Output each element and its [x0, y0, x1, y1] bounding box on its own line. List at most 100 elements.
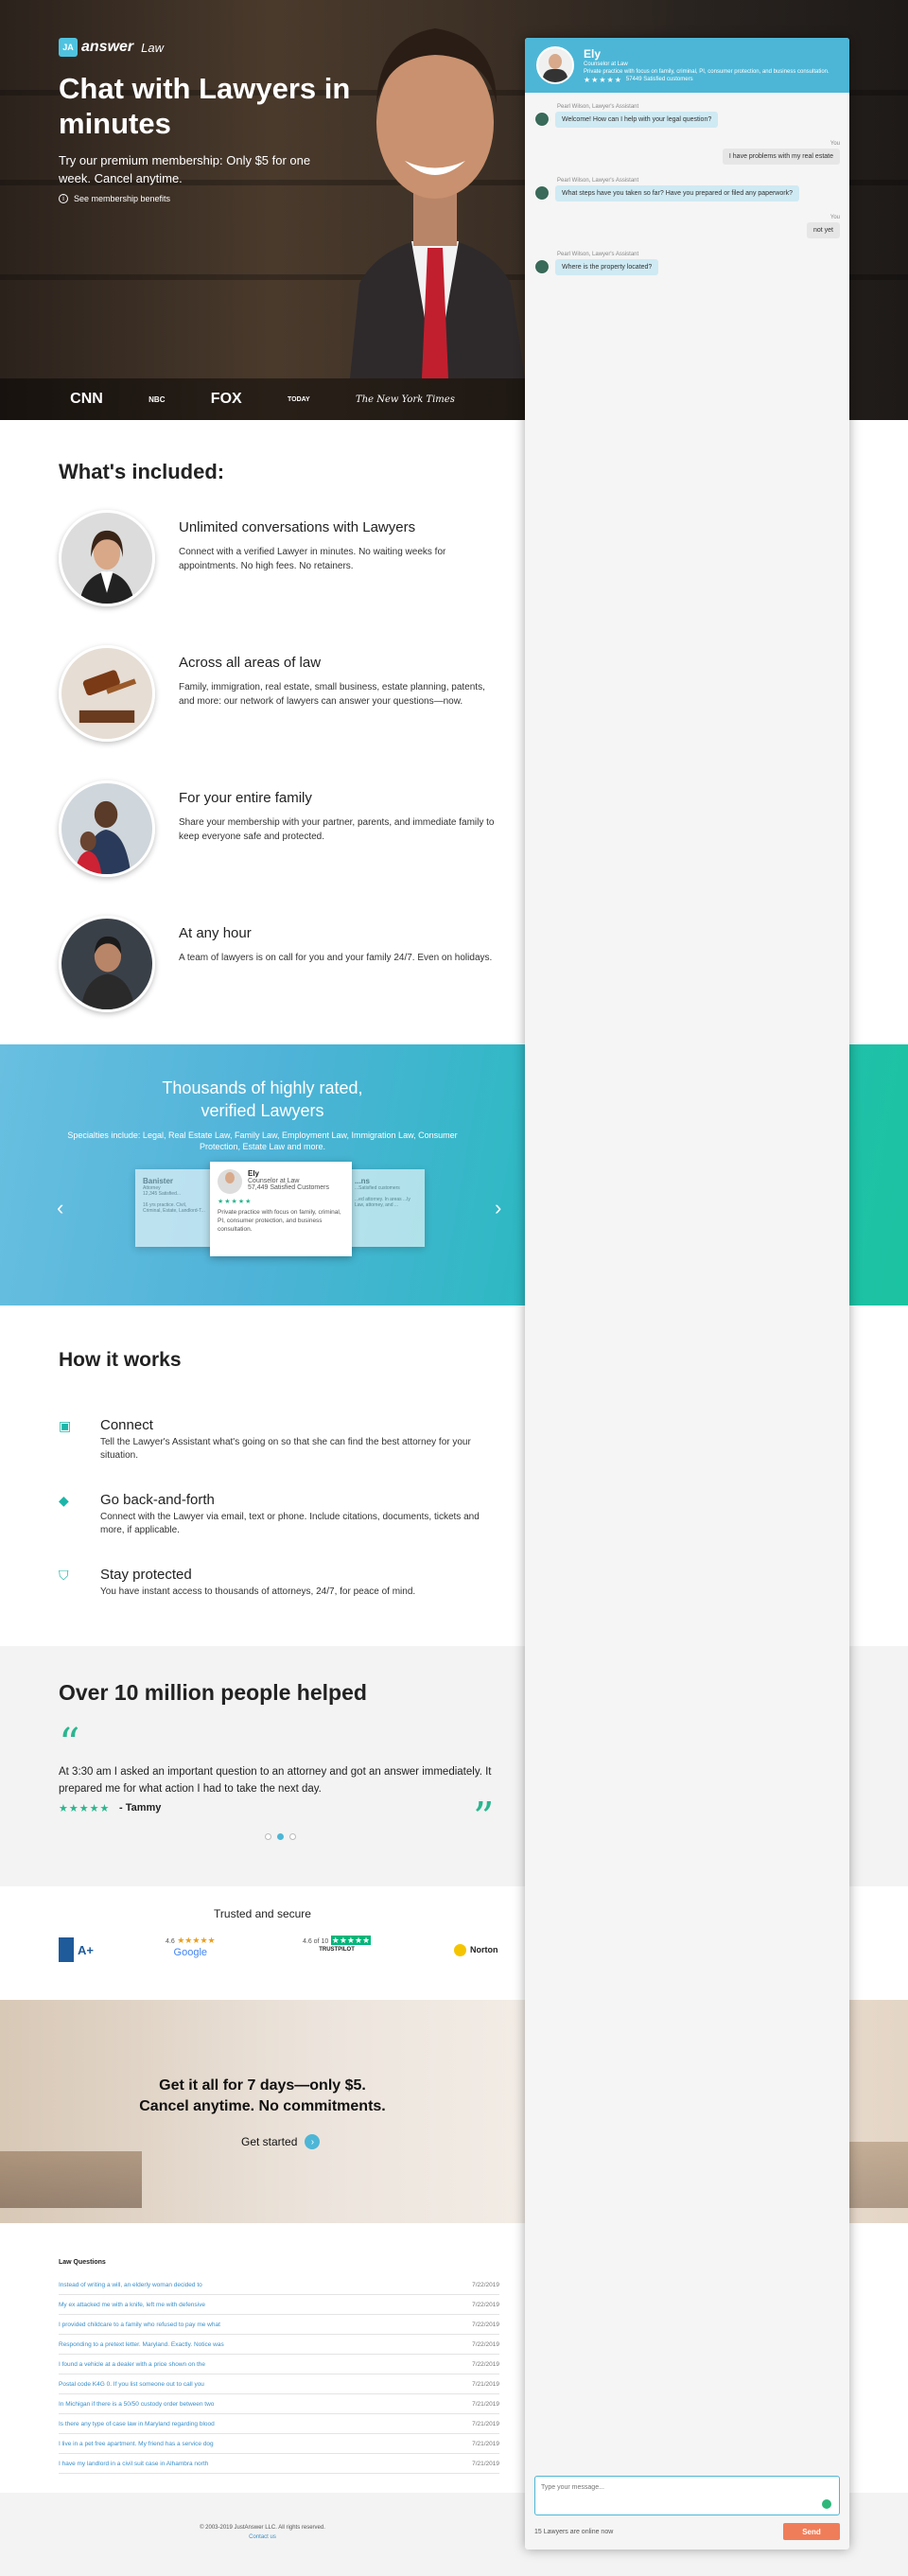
carousel-dot[interactable]: [265, 1833, 271, 1840]
step-text: Connect with the Lawyer via email, text …: [100, 1512, 480, 1535]
testimonial-stars: ★★★★★: [59, 1803, 111, 1814]
trustpilot-score: 4.6 of 10: [303, 1938, 329, 1945]
press-logo-cnn: CNN: [70, 391, 103, 407]
feature-item: Across all areas of law Family, immigrat…: [59, 645, 503, 749]
trustpilot-stars: 4.6 of 10 ★★★★★: [303, 1936, 372, 1946]
question-link[interactable]: Instead of writing a will, an elderly wo…: [59, 2282, 202, 2288]
logo-sub: Law: [141, 40, 164, 55]
question-link[interactable]: In Michigan if there is a 50/50 custody …: [59, 2401, 214, 2408]
trustpilot-logo: TRUSTPILOT: [319, 1947, 355, 1953]
question-link[interactable]: Is there any type of case law in Marylan…: [59, 2421, 215, 2427]
message-text: What steps have you taken so far? Have y…: [555, 185, 799, 202]
trust-title: Trusted and secure: [214, 1907, 311, 1920]
user-label: You: [829, 141, 840, 147]
question-link[interactable]: I found a vehicle at a dealer with a pri…: [59, 2361, 205, 2368]
chat-bubbles-icon: ◆: [59, 1493, 69, 1508]
lawyer-woman-photo: [59, 510, 155, 606]
question-link[interactable]: I have my landlord in a civil suit case …: [59, 2461, 208, 2467]
feature-title: At any hour: [179, 925, 252, 941]
bbb-badge: A+: [59, 1936, 94, 1964]
assistant-message: Where is the property located?: [534, 259, 840, 275]
expert-avatar: [536, 46, 574, 84]
press-logo-nbc: NBC: [148, 394, 166, 404]
hero-subtitle: Try our premium membership: Only $5 for …: [59, 153, 311, 185]
cta-title: Get it all for 7 days—only $5. Cancel any…: [0, 2076, 525, 2117]
card-text: Private practice with focus on family, c…: [218, 1209, 341, 1233]
question-link[interactable]: I provided childcare to a family who ref…: [59, 2322, 220, 2328]
feature-title: For your entire family: [179, 790, 312, 806]
norton-logo: Norton: [470, 1945, 498, 1954]
user-message: not yet: [806, 222, 840, 238]
info-icon: i: [59, 194, 68, 203]
cta-line-2: Cancel anytime. No commitments.: [139, 2098, 386, 2114]
lawyer-card-featured[interactable]: Ely Counselor at Law 57,449 Satisfied Cu…: [210, 1162, 352, 1256]
question-date: 7/22/2019: [472, 2321, 499, 2328]
card-text: 16 yrs practice. Civil, Criminal, Estate…: [143, 1202, 205, 1214]
google-rating-badge: 4.6 ★★★★★ Google: [166, 1936, 216, 1964]
question-row: I found a vehicle at a dealer with a pri…: [59, 2355, 499, 2374]
carousel-dot[interactable]: [289, 1833, 296, 1840]
question-link[interactable]: My ex attacked me with a knife, left me …: [59, 2302, 205, 2308]
expert-stars: ★★★★★: [584, 75, 622, 84]
membership-benefits-link[interactable]: i See membership benefits: [59, 194, 170, 203]
id-card-icon: ▣: [59, 1418, 72, 1433]
question-date: 7/21/2019: [472, 2380, 499, 2388]
question-row: My ex attacked me with a knife, left me …: [59, 2295, 499, 2315]
get-started-label: Get started: [241, 2135, 298, 2148]
carousel-dot-active[interactable]: [277, 1833, 284, 1840]
copyright-text: © 2003-2019 JustAnswer LLC. All rights r…: [200, 2525, 325, 2531]
step-text: You have instant access to thousands of …: [100, 1586, 416, 1597]
feature-item: Unlimited conversations with Lawyers Con…: [59, 510, 503, 614]
card-name: ...ns: [355, 1177, 371, 1185]
get-started-button[interactable]: Get started ›: [241, 2134, 321, 2149]
question-link[interactable]: I live in a pet free apartment. My frien…: [59, 2441, 214, 2447]
open-quote-icon: “: [59, 1720, 80, 1768]
section-title: What's included:: [59, 460, 225, 483]
contact-us-link[interactable]: Contact us: [0, 2534, 525, 2540]
carousel-prev-arrow-icon[interactable]: ‹: [57, 1196, 63, 1220]
press-logo-today: TODAY: [288, 395, 310, 403]
question-link[interactable]: Responding to a pretext letter. Maryland…: [59, 2341, 224, 2348]
lawyer-card-left[interactable]: Banister Attorney 12,345 Satisfied... 16…: [135, 1169, 213, 1247]
assistant-avatar: [534, 185, 550, 201]
family-photo: [59, 780, 155, 877]
lawyers-title-line-2: verified Lawyers: [201, 1101, 324, 1120]
online-lawyers-count: 15 Lawyers are online now: [534, 2528, 614, 2535]
message-text: Welcome! How can I help with your legal …: [555, 112, 719, 128]
chat-messages: Pearl Wilson, Lawyer's Assistant Welcome!…: [525, 93, 849, 300]
step-text: Tell the Lawyer's Assistant what's going…: [100, 1437, 471, 1461]
send-button[interactable]: Send: [783, 2523, 840, 2540]
section-title: Over 10 million people helped: [59, 1680, 367, 1705]
trustpilot-badge: 4.6 of 10 ★★★★★ TRUSTPILOT: [303, 1936, 372, 1964]
question-date: 7/22/2019: [472, 2340, 499, 2348]
carousel-next-arrow-icon[interactable]: ›: [495, 1196, 501, 1220]
brand-logo[interactable]: JA answer Law: [59, 38, 164, 57]
hero-title: Chat with Lawyers in minutes: [59, 72, 351, 140]
send-status-icon: [822, 2499, 831, 2509]
expert-rating: ★★★★★ 57449 Satisfied customers: [584, 76, 829, 84]
question-date: 7/21/2019: [472, 2460, 499, 2467]
assistant-message: What steps have you taken so far? Have y…: [534, 185, 840, 202]
lawyer-card-right[interactable]: ...ns ...Satisfied customers ...ed attor…: [347, 1169, 425, 1247]
expert-customers: 57449 Satisfied customers: [625, 77, 693, 82]
lawyers-title: Thousands of highly rated, verified Lawye…: [0, 1077, 525, 1122]
chat-header: Ely Counselor at Law Private practice wi…: [525, 38, 849, 93]
feature-title: Unlimited conversations with Lawyers: [179, 519, 416, 535]
books-decoration: [0, 2151, 142, 2208]
close-quote-icon: ”: [473, 1794, 495, 1842]
question-row: Is there any type of case law in Marylan…: [59, 2414, 499, 2434]
message-input[interactable]: [535, 2479, 839, 2497]
lawyer-avatar: [218, 1169, 242, 1194]
press-logos-bar: CNN NBC FOX TODAY The New York Times: [0, 378, 525, 420]
question-row: In Michigan if there is a 50/50 custody …: [59, 2394, 499, 2414]
assistant-label: Pearl Wilson, Lawyer's Assistant: [557, 178, 639, 184]
how-it-works-section: How it works ▣ Connect Tell the Lawyer's…: [0, 1306, 525, 1646]
expert-description: Private practice with focus on family, c…: [584, 68, 829, 75]
arrow-right-icon: ›: [305, 2134, 321, 2149]
question-link[interactable]: Postal code K4G 0. If you list someone o…: [59, 2381, 204, 2388]
assistant-avatar: [534, 259, 550, 274]
question-date: 7/22/2019: [472, 2301, 499, 2308]
card-name: Banister: [143, 1177, 174, 1185]
step-title: Connect: [100, 1417, 153, 1433]
feature-text: Share your membership with your partner,…: [179, 817, 495, 842]
